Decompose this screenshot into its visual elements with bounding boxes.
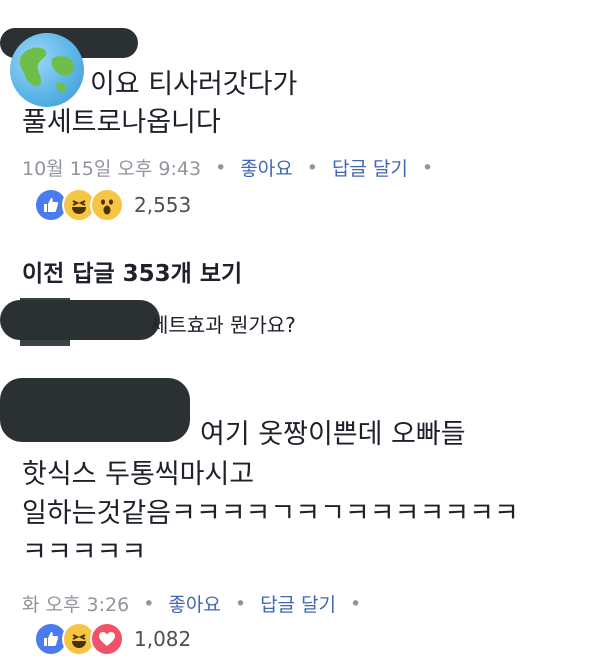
comment-timestamp[interactable]: 10월 15일 오후 9:43 — [22, 154, 201, 181]
like-button[interactable]: 좋아요 — [168, 590, 220, 617]
like-button[interactable]: 좋아요 — [240, 154, 292, 181]
separator-dot: • — [421, 156, 434, 179]
reply-preview-text[interactable]: 세트효과 뭔가요? — [150, 309, 296, 338]
love-icon — [90, 622, 124, 656]
separator-dot: • — [234, 592, 247, 615]
reaction-summary[interactable]: 2,553 — [34, 188, 191, 222]
comment-line: ㅋㅋㅋㅋㅋ — [22, 537, 147, 568]
reaction-count: 2,553 — [134, 193, 192, 217]
reply-button[interactable]: 답글 달기 — [260, 590, 336, 617]
separator-dot: • — [350, 592, 362, 615]
wow-icon — [90, 188, 124, 222]
reply-button[interactable]: 답글 달기 — [332, 154, 408, 181]
view-previous-replies-link[interactable]: 이전 답글 353개 보기 — [22, 254, 242, 288]
comment-timestamp[interactable]: 화 오후 3:26 — [22, 590, 129, 617]
comment-line: 일하는것같음ㅋㅋㅋㅋㄱㅋㄱㅋㅋㅋㅋㅋㅋㅋ — [22, 498, 519, 529]
comment-line: 이요 티사러갓다가 — [90, 69, 298, 100]
reaction-summary[interactable]: 1,082 — [34, 622, 191, 656]
separator-dot: • — [143, 592, 155, 615]
reaction-count: 1,082 — [134, 627, 192, 651]
comment-line: 여기 옷짱이쁜데 오빠들 — [200, 419, 466, 450]
separator-dot: • — [306, 156, 318, 179]
comment-line: 핫식스 두통씩마시고 — [22, 459, 255, 490]
comment-line: 풀세트로나옵니다 — [22, 107, 221, 138]
comment-meta: 화 오후 3:26 • 좋아요 • 답글 달기 • — [22, 590, 375, 617]
separator-dot: • — [215, 156, 227, 179]
redacted-username — [0, 300, 160, 340]
comment-meta: 10월 15일 오후 9:43 • 좋아요 • 답글 달기 • — [22, 154, 447, 181]
globe-avatar-icon[interactable] — [10, 33, 84, 107]
redacted-username — [0, 378, 190, 442]
